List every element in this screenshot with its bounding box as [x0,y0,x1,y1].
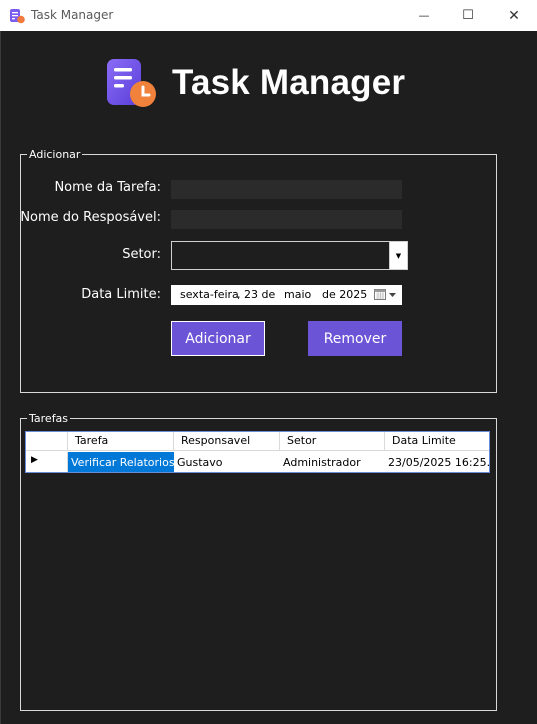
task-name-label: Nome da Tarefa: [54,180,161,195]
column-header-data-limite[interactable]: Data Limite [385,432,489,451]
close-icon: ✕ [508,7,520,24]
date-weekday[interactable]: sexta-feira [180,288,239,301]
date-year[interactable]: de 2025 [322,288,367,301]
column-header-responsavel[interactable]: Responsavel [174,432,280,451]
task-clock-icon [107,59,156,107]
calendar-dropdown-icon[interactable] [374,289,398,301]
row-indicator-icon[interactable]: ▶ [26,452,68,472]
cell-setor[interactable]: Administrador [280,452,385,472]
chevron-down-icon[interactable]: ▼ [389,242,407,269]
sector-label: Setor: [122,247,161,262]
responsible-label: Nome do Resposável: [20,210,161,225]
date-month[interactable]: maio [284,288,311,301]
cell-data-limite[interactable]: 23/05/2025 16:25... [385,452,489,472]
row-header-corner [26,432,68,451]
due-date-picker[interactable]: sexta-feira , 23 de maio de 2025 [171,285,402,305]
window-titlebar: Task Manager — ☐ ✕ [0,0,537,31]
tasks-group-label: Tarefas [27,412,71,425]
cell-tarefa[interactable]: Verificar Relatorios [68,452,174,472]
tasks-table[interactable]: Tarefa Responsavel Setor Data Limite ▶ V… [25,431,490,473]
cell-responsavel[interactable]: Gustavo [174,452,280,472]
task-name-input[interactable] [171,180,402,199]
minimize-button[interactable]: — [401,0,447,31]
column-header-setor[interactable]: Setor [280,432,385,451]
close-button[interactable]: ✕ [491,0,537,31]
app-icon [10,9,25,24]
add-group-label: Adicionar [27,148,83,161]
column-header-tarefa[interactable]: Tarefa [68,432,174,451]
date-day[interactable]: , 23 de [237,288,275,301]
date-label: Data Limite: [81,287,161,302]
remove-button[interactable]: Remover [308,321,402,356]
responsible-input[interactable] [171,210,402,229]
maximize-icon: ☐ [462,8,474,23]
window-title: Task Manager [31,8,114,22]
add-button[interactable]: Adicionar [171,321,265,356]
window-border [0,31,1,724]
minimize-icon: — [418,9,430,22]
app-title: Task Manager [172,63,406,102]
maximize-button[interactable]: ☐ [445,0,491,31]
sector-select[interactable]: ▼ [171,241,408,270]
